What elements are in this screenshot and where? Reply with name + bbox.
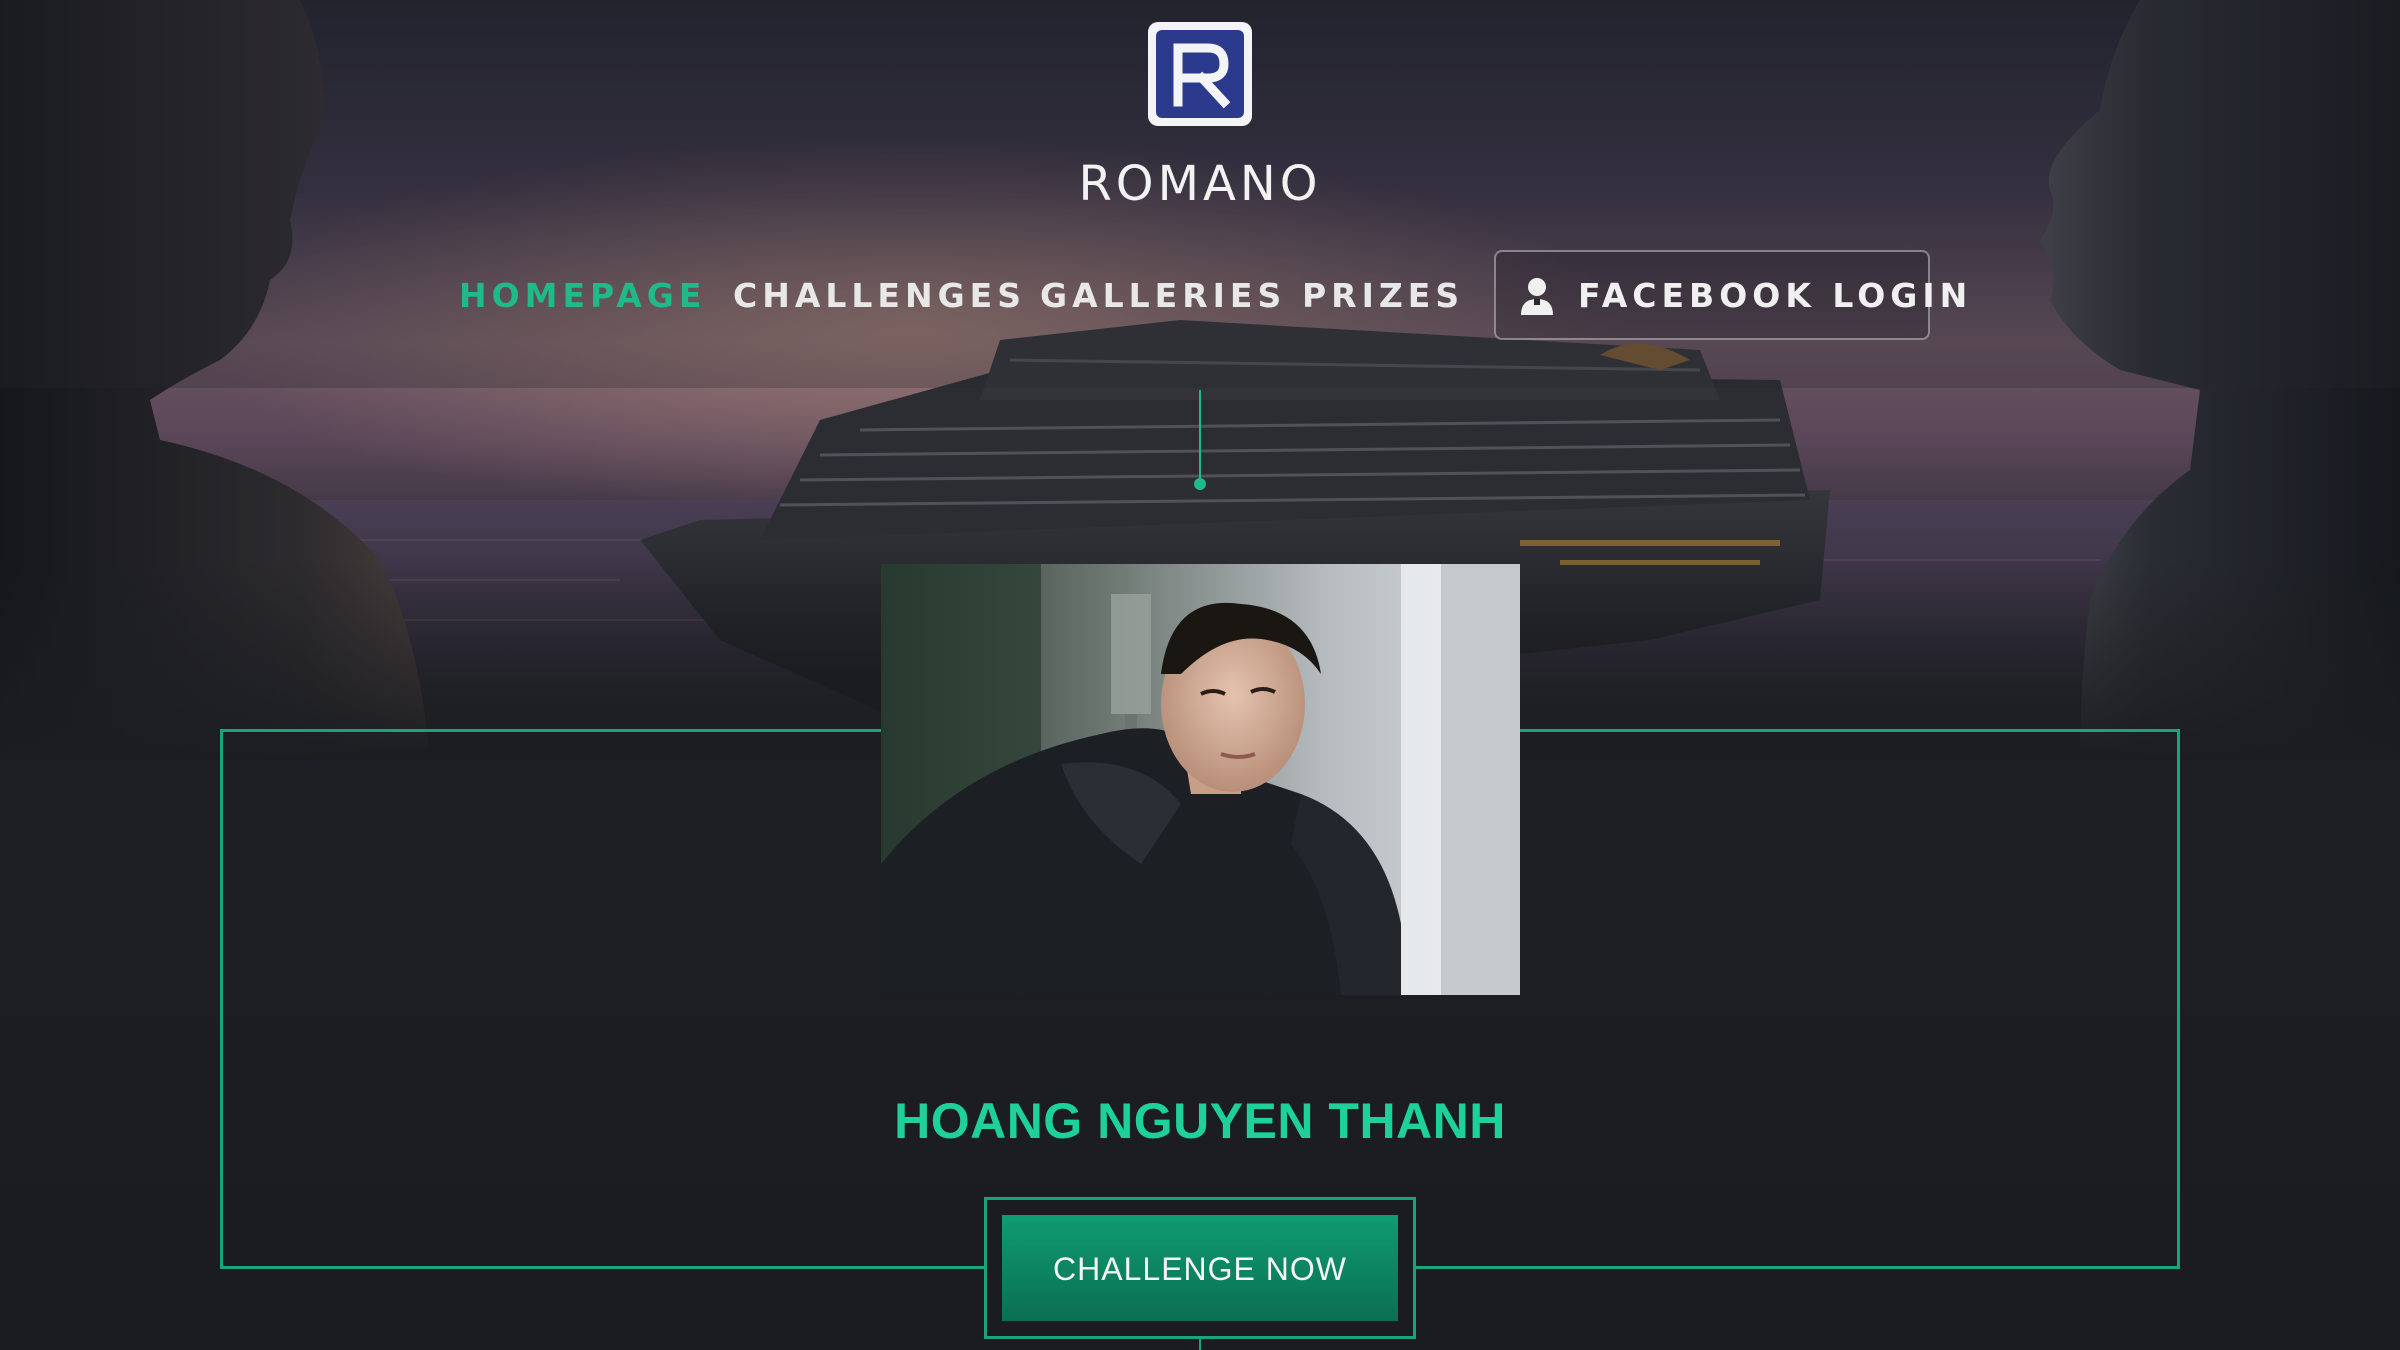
connector-line <box>1199 390 1201 482</box>
profile-photo[interactable] <box>881 564 1520 995</box>
romano-logo[interactable] <box>1146 20 1254 128</box>
challenge-now-button[interactable]: CHALLENGE NOW <box>1002 1215 1398 1321</box>
nav-item-galleries[interactable]: GALLERIES <box>1040 274 1286 318</box>
connector-dot <box>1194 478 1206 490</box>
user-icon <box>1518 277 1556 317</box>
facebook-login-label: FACEBOOK LOGIN <box>1578 276 1973 315</box>
nav-item-homepage[interactable]: HOMEPAGE <box>459 274 706 318</box>
profile-name: HOANG NGUYEN THANH <box>894 1093 1506 1149</box>
brand-name: ROMANO <box>1078 156 1322 212</box>
main-nav: HOMEPAGE CHALLENGES GALLERIES PRIZES FAC… <box>0 250 2400 342</box>
nav-item-prizes[interactable]: PRIZES <box>1302 274 1464 318</box>
nav-item-challenges[interactable]: CHALLENGES <box>733 274 1026 318</box>
cta-connector-line <box>1199 1339 1201 1350</box>
page: ROMANO HOMEPAGE CHALLENGES GALLERIES PRI… <box>0 0 2400 1350</box>
facebook-login-button[interactable]: FACEBOOK LOGIN <box>1494 250 1967 340</box>
